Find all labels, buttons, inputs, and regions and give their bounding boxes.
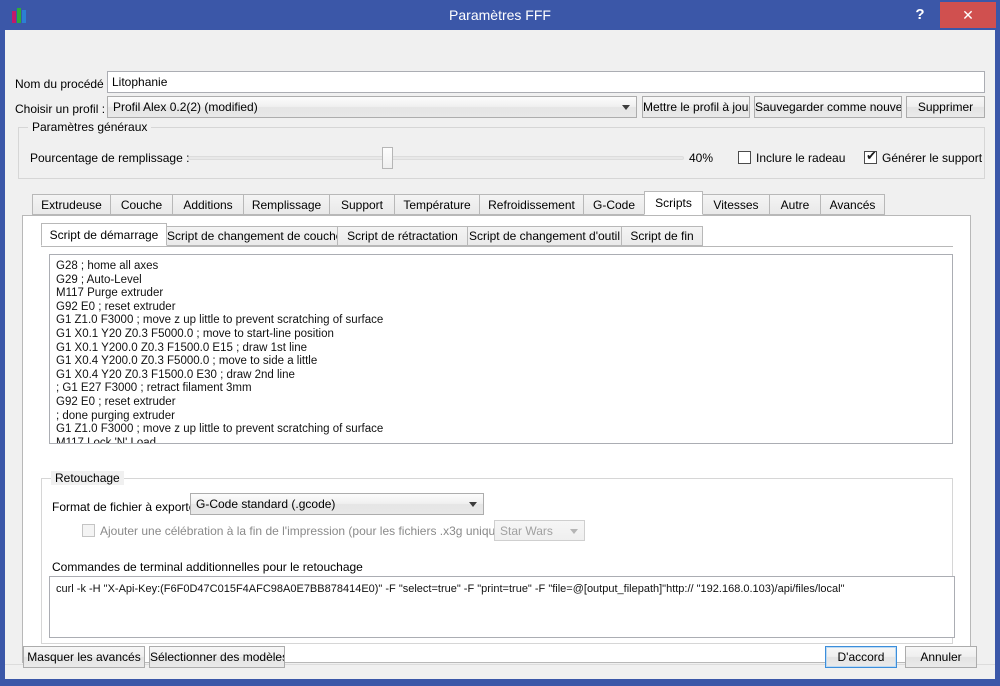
tab-autre[interactable]: Autre [769, 194, 821, 215]
tab-g-code[interactable]: G-Code [583, 194, 645, 215]
tab-label: Remplissage [251, 198, 322, 212]
profile-select-value: Profil Alex 0.2(2) (modified) [113, 100, 258, 114]
subtab-label: Script de rétractation [347, 229, 458, 243]
subtab-label: Script de fin [630, 229, 694, 243]
tab-label: Vitesses [713, 198, 759, 212]
general-settings-legend: Paramètres généraux [28, 120, 152, 134]
subtab-label: Script de changement d'outil [468, 229, 621, 243]
script-subtabstrip: Script de démarrage Script de changement … [5, 223, 995, 247]
tab-temp-rature[interactable]: Température [394, 194, 480, 215]
start-script-textarea[interactable]: G28 ; home all axes G29 ; Auto-Level M11… [49, 254, 953, 444]
celebration-checkbox[interactable] [82, 524, 95, 537]
process-name-input[interactable]: Litophanie [107, 71, 985, 93]
tab-additions[interactable]: Additions [172, 194, 244, 215]
settings-tabstrip: Extrudeuse Couche Additions Remplissage Supp… [5, 191, 995, 216]
retouchage-legend: Retouchage [51, 471, 124, 485]
infill-value: 40% [689, 151, 714, 165]
subtab-label: Script de changement de couche [167, 229, 338, 243]
tab-remplissage[interactable]: Remplissage [243, 194, 330, 215]
raft-checkbox-tick [740, 149, 751, 162]
terminal-commands-textarea[interactable]: curl -k -H "X-Api-Key:(F6F0D47C015F4AFC9… [49, 576, 955, 638]
subtab-script-de-changement-d-outil[interactable]: Script de changement d'outil [467, 226, 622, 246]
delete-profile-button[interactable]: Supprimer [906, 96, 985, 118]
chevron-down-icon [469, 502, 477, 507]
tab-avanc-s[interactable]: Avancés [820, 194, 885, 215]
subtab-script-de-fin[interactable]: Script de fin [621, 226, 703, 246]
chevron-down-icon [570, 528, 578, 534]
support-checkbox-tick: ✔ [866, 148, 877, 163]
tab-label: Scripts [655, 196, 692, 210]
subtab-label: Script de démarrage [49, 228, 159, 242]
window-title: Paramètres FFF [449, 7, 551, 23]
profile-label: Choisir un profil : [15, 102, 106, 116]
export-format-label: Format de fichier à exporter [52, 500, 200, 514]
save-as-new-profile-button[interactable]: Sauvegarder comme nouveau [754, 96, 902, 118]
raft-checkbox[interactable] [738, 151, 751, 164]
support-checkbox-label[interactable]: Générer le support [882, 151, 982, 165]
tab-label: G-Code [592, 198, 636, 212]
fff-settings-window: Paramètres FFF ? ✕ Nom du procédé : Lito… [0, 0, 1000, 686]
export-format-value: G-Code standard (.gcode) [196, 497, 336, 511]
chevron-down-icon [622, 105, 630, 110]
tab-refroidissement[interactable]: Refroidissement [479, 194, 584, 215]
cancel-button[interactable]: Annuler [905, 646, 977, 668]
infill-slider-thumb[interactable] [382, 147, 393, 169]
process-name-label: Nom du procédé : [15, 77, 111, 91]
tab-extrudeuse[interactable]: Extrudeuse [32, 194, 111, 215]
celebration-checkbox-label[interactable]: Ajouter une célébration à la fin de l'im… [100, 524, 533, 538]
tab-label: Température [403, 198, 471, 212]
tab-label: Support [340, 198, 384, 212]
celebration-sound-select[interactable]: Star Wars [494, 520, 585, 541]
subtab-script-de-changement-de-couche[interactable]: Script de changement de couche [166, 226, 338, 246]
tab-vitesses[interactable]: Vitesses [702, 194, 770, 215]
help-button[interactable]: ? [906, 2, 934, 28]
infill-slider-track[interactable] [188, 156, 684, 160]
infill-label: Pourcentage de remplissage : [30, 151, 190, 165]
celebration-checkbox-tick [84, 522, 95, 535]
dialog-body: Nom du procédé : Litophanie Choisir un p… [5, 30, 995, 679]
tab-label: Couche [120, 198, 163, 212]
tab-label: Avancés [829, 198, 876, 212]
subtab-underline [41, 246, 953, 247]
hide-advanced-button[interactable]: Masquer les avancés [23, 646, 145, 668]
tab-scripts[interactable]: Scripts [644, 191, 703, 215]
subtab-script-de-d-marrage[interactable]: Script de démarrage [41, 223, 167, 246]
tab-couche[interactable]: Couche [110, 194, 173, 215]
export-format-select[interactable]: G-Code standard (.gcode) [190, 493, 484, 515]
support-checkbox[interactable]: ✔ [864, 148, 877, 164]
tab-support[interactable]: Support [329, 194, 395, 215]
tab-label: Refroidissement [488, 198, 575, 212]
ok-button[interactable]: D'accord [825, 646, 897, 668]
update-profile-button[interactable]: Mettre le profil à jour [642, 96, 750, 118]
tab-label: Autre [780, 198, 810, 212]
profile-select[interactable]: Profil Alex 0.2(2) (modified) [107, 96, 637, 118]
tab-label: Extrudeuse [41, 198, 102, 212]
terminal-commands-label: Commandes de terminal additionnelles pou… [52, 560, 363, 574]
close-icon[interactable]: ✕ [940, 2, 996, 28]
raft-checkbox-label[interactable]: Inclure le radeau [756, 151, 845, 165]
select-models-button[interactable]: Sélectionner des modèles [149, 646, 285, 668]
subtab-script-de-r-tractation[interactable]: Script de rétractation [337, 226, 468, 246]
title-bar: Paramètres FFF ? ✕ [0, 0, 1000, 30]
tab-label: Additions [183, 198, 233, 212]
celebration-sound-value: Star Wars [500, 524, 553, 538]
